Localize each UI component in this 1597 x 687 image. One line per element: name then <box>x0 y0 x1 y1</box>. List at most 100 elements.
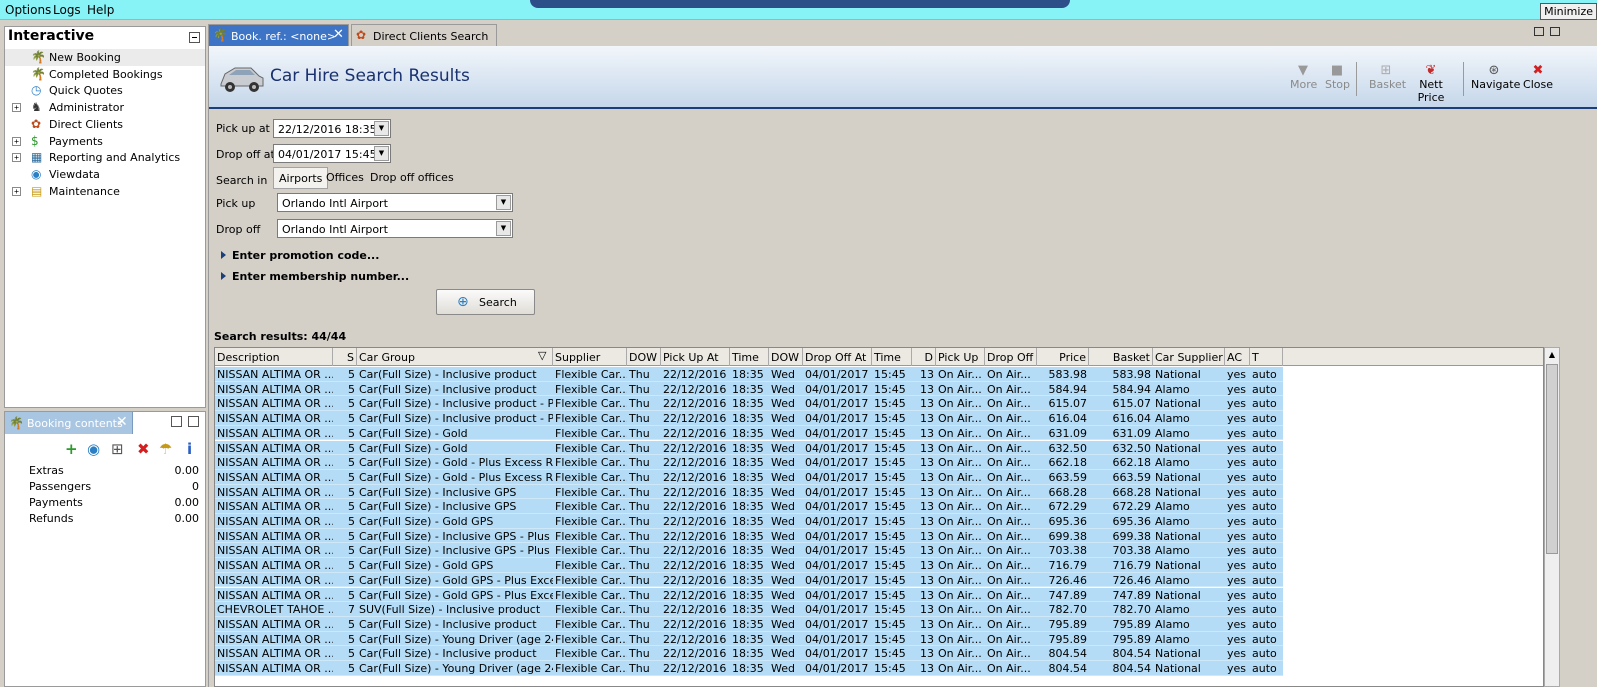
nav-item-payments[interactable]: + $ Payments <box>5 133 205 150</box>
table-row[interactable]: NISSAN ALTIMA OR ... 5 Car(Full Size) - Go… <box>215 469 1283 485</box>
basket-button[interactable]: ⊞ Basket <box>1369 63 1406 91</box>
minimize-button[interactable]: Minimize <box>1540 3 1597 20</box>
menu-logs[interactable]: Logs <box>53 3 81 17</box>
table-row[interactable]: NISSAN ALTIMA OR ... 5 Car(Full Size) - In… <box>215 381 1283 397</box>
chevron-down-icon[interactable]: ▼ <box>374 146 389 161</box>
column-header[interactable]: Drop Off At <box>803 348 872 366</box>
column-header[interactable]: Description <box>215 348 333 366</box>
filter-icon[interactable]: ▽ <box>538 349 546 362</box>
table-row[interactable]: NISSAN ALTIMA OR ... 5 Car(Full Size) - In… <box>215 367 1283 382</box>
column-header[interactable]: Price <box>1037 348 1089 366</box>
column-header[interactable]: DOW <box>627 348 661 366</box>
search-in-offices[interactable]: Offices <box>321 167 369 189</box>
table-row[interactable]: NISSAN ALTIMA OR ... 5 Car(Full Size) - In… <box>215 528 1283 544</box>
nett-price-button[interactable]: ❦ Nett Price <box>1406 63 1456 104</box>
nav-item-administrator[interactable]: + ♞ Administrator <box>5 99 205 116</box>
table-row[interactable]: NISSAN ALTIMA OR ... 5 Car(Full Size) - Go… <box>215 455 1283 470</box>
table-row[interactable]: NISSAN ALTIMA OR ... 5 Car(Full Size) - Go… <box>215 572 1283 588</box>
table-row[interactable]: CHEVROLET TAHOE ... 7 SUV(Full Size) - Inc… <box>215 602 1283 617</box>
navigate-button[interactable]: ⊛ Navigate <box>1471 63 1520 91</box>
scrollbar-thumb[interactable] <box>1546 364 1558 554</box>
table-cell: Wed <box>771 559 795 573</box>
column-header[interactable]: Time <box>730 348 769 366</box>
close-button[interactable]: ✖ Close <box>1523 63 1553 91</box>
table-row[interactable]: NISSAN ALTIMA OR ... 5 Car(Full Size) - Yo… <box>215 661 1283 676</box>
table-row[interactable]: NISSAN ALTIMA OR ... 5 Car(Full Size) - Go… <box>215 558 1283 573</box>
column-header[interactable]: DOW <box>769 348 803 366</box>
search-in-dropoff-offices[interactable]: Drop off offices <box>365 167 459 189</box>
table-row[interactable]: NISSAN ALTIMA OR ... 5 Car(Full Size) - In… <box>215 499 1283 514</box>
table-row[interactable]: NISSAN ALTIMA OR ... 5 Car(Full Size) - Yo… <box>215 631 1283 647</box>
basket-icon[interactable]: ⊞ <box>111 440 124 458</box>
search-button[interactable]: ⊕ Search <box>436 289 535 315</box>
column-header[interactable]: S <box>333 348 357 366</box>
column-header[interactable]: D <box>912 348 936 366</box>
dropoff-at-field[interactable]: 04/01/2017 15:45 ▼ <box>273 144 391 163</box>
collapse-panel-button[interactable] <box>189 32 200 43</box>
table-row[interactable]: NISSAN ALTIMA OR ... 5 Car(Full Size) - In… <box>215 396 1283 412</box>
more-button[interactable]: ▼ More <box>1290 63 1317 91</box>
table-row[interactable]: NISSAN ALTIMA OR ... 5 Car(Full Size) - In… <box>215 616 1283 632</box>
pickup-location-select[interactable]: Orlando Intl Airport ▼ <box>277 193 513 212</box>
promotion-code-expander[interactable]: Enter promotion code... <box>221 249 379 262</box>
table-row[interactable]: NISSAN ALTIMA OR ... 5 Car(Full Size) - In… <box>215 484 1283 500</box>
column-header[interactable]: Drop Off <box>985 348 1037 366</box>
column-header[interactable]: Pick Up <box>936 348 985 366</box>
chevron-down-icon[interactable]: ▼ <box>374 121 389 136</box>
nav-item-reporting-and-analytics[interactable]: + ▦ Reporting and Analytics <box>5 149 205 166</box>
nav-item-direct-clients[interactable]: ✿ Direct Clients <box>5 116 205 133</box>
column-header[interactable]: Pick Up At <box>661 348 730 366</box>
palm-icon[interactable]: ☂ <box>159 440 172 458</box>
chevron-down-icon[interactable]: ▼ <box>496 221 511 236</box>
tab-booking-ref[interactable]: 🌴 Book. ref.: <none> ✕ <box>208 24 349 46</box>
column-header[interactable]: Car Group <box>357 348 553 366</box>
scroll-up-icon[interactable]: ▲ <box>1546 349 1558 361</box>
nav-item-maintenance[interactable]: + ▤ Maintenance <box>5 183 205 200</box>
table-row[interactable]: NISSAN ALTIMA OR ... 5 Car(Full Size) - Go… <box>215 514 1283 529</box>
chevron-down-icon[interactable]: ▼ <box>496 195 511 210</box>
expand-icon[interactable]: + <box>12 153 21 163</box>
minimize-panel-icon[interactable] <box>171 416 182 427</box>
pickup-at-field[interactable]: 22/12/2016 18:35 ▼ <box>273 119 391 138</box>
column-header[interactable]: T <box>1250 348 1283 366</box>
nav-item-completed-bookings[interactable]: 🌴 Completed Bookings <box>5 66 205 83</box>
table-cell: 04/01/2017 <box>805 470 869 484</box>
column-header[interactable]: Time <box>872 348 912 366</box>
table-row[interactable]: NISSAN ALTIMA OR ... 5 Car(Full Size) - In… <box>215 543 1283 559</box>
expand-icon[interactable]: + <box>12 103 21 113</box>
membership-number-expander[interactable]: Enter membership number... <box>221 270 409 283</box>
booking-contents-tab[interactable]: 🌴 Booking contents ✕ <box>5 412 133 434</box>
info-icon[interactable]: i <box>187 440 192 458</box>
close-tab-icon[interactable]: ✕ <box>333 27 344 42</box>
minimize-icon[interactable] <box>1534 27 1544 36</box>
expand-icon[interactable]: + <box>12 136 21 146</box>
table-row[interactable]: NISSAN ALTIMA OR ... 5 Car(Full Size) - In… <box>215 411 1283 426</box>
table-cell: 5 <box>348 485 355 499</box>
maximize-icon[interactable] <box>1550 27 1560 36</box>
menu-options[interactable]: Options <box>5 3 51 17</box>
nav-item-new-booking[interactable]: 🌴 New Booking <box>5 49 205 66</box>
tab-direct-clients-search[interactable]: ✿ Direct Clients Search <box>351 24 497 46</box>
column-header[interactable]: Supplier <box>553 348 627 366</box>
add-icon[interactable]: + <box>65 440 78 458</box>
table-cell: 5 <box>348 662 355 675</box>
column-header[interactable]: Car Supplier <box>1153 348 1225 366</box>
table-row[interactable]: NISSAN ALTIMA OR ... 5 Car(Full Size) - Go… <box>215 587 1283 603</box>
expand-icon[interactable]: + <box>12 186 21 196</box>
menu-help[interactable]: Help <box>87 3 114 17</box>
refresh-icon[interactable]: ◉ <box>87 440 100 458</box>
table-scrollbar[interactable]: ▲ <box>1544 347 1560 687</box>
stop-button[interactable]: ■ Stop <box>1325 63 1350 91</box>
table-row[interactable]: NISSAN ALTIMA OR ... 5 Car(Full Size) - Go… <box>215 425 1283 441</box>
close-tab-icon[interactable]: ✕ <box>116 414 128 430</box>
table-row[interactable]: NISSAN ALTIMA OR ... 5 Car(Full Size) - In… <box>215 646 1283 661</box>
maximize-panel-icon[interactable] <box>188 416 199 427</box>
car-icon <box>220 67 264 92</box>
delete-icon[interactable]: ✖ <box>137 440 150 458</box>
table-row[interactable]: NISSAN ALTIMA OR ... 5 Car(Full Size) - Go… <box>215 440 1283 456</box>
column-header[interactable]: AC <box>1225 348 1250 366</box>
nav-item-quick-quotes[interactable]: ◷ Quick Quotes <box>5 82 205 99</box>
nav-item-viewdata[interactable]: ◉ Viewdata <box>5 166 205 183</box>
dropoff-location-select[interactable]: Orlando Intl Airport ▼ <box>277 219 513 238</box>
column-header[interactable]: Basket <box>1089 348 1153 366</box>
